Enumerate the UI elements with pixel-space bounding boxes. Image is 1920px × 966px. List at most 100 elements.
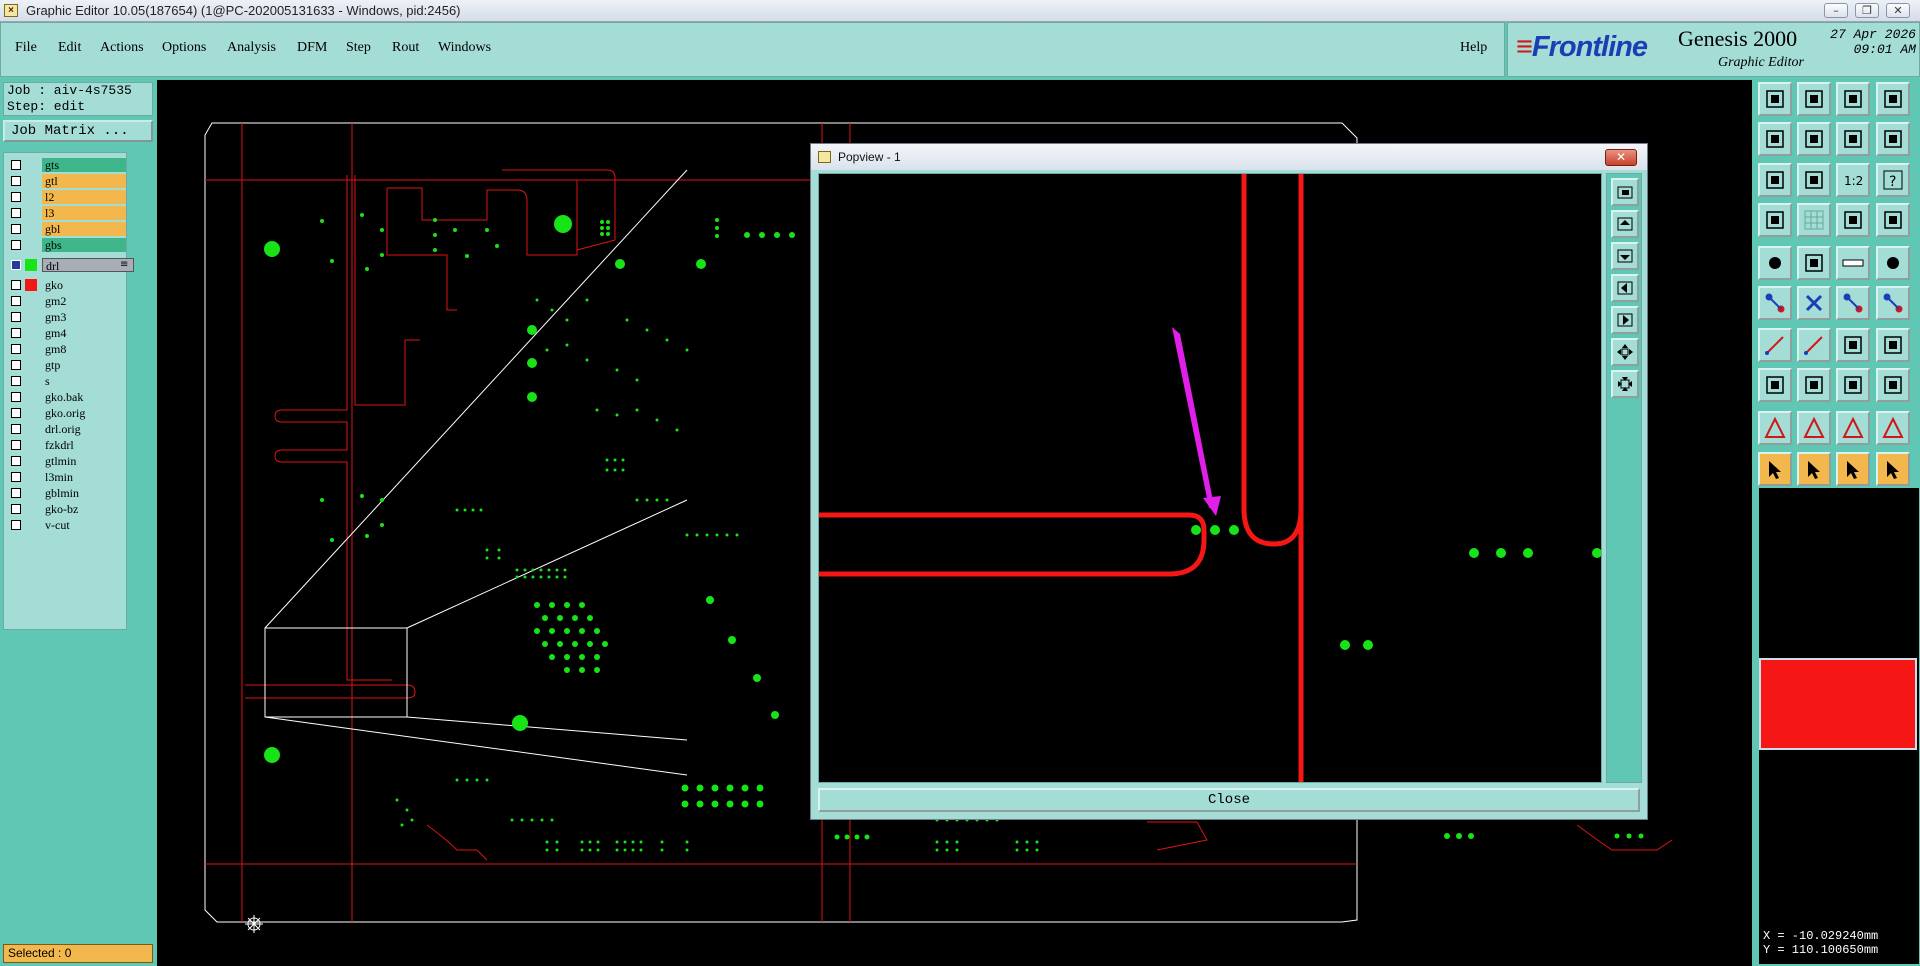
layer-row-gblmin[interactable]: gblmin	[8, 486, 126, 500]
layer-name[interactable]: gts	[42, 158, 126, 172]
layer-name[interactable]: gm4	[42, 326, 126, 340]
poly-icon[interactable]	[1758, 411, 1792, 445]
layer-name[interactable]: gbl	[42, 222, 126, 236]
layer-checkbox[interactable]	[11, 408, 21, 418]
netlist-icon[interactable]	[1876, 203, 1910, 237]
contour-icon[interactable]	[1876, 411, 1910, 445]
layer-name[interactable]: gtl	[42, 174, 126, 188]
layer-checkbox[interactable]	[11, 472, 21, 482]
menu-help[interactable]: Help	[1460, 40, 1487, 56]
copy-icon[interactable]	[1876, 286, 1910, 320]
layer-left-icon[interactable]	[1758, 122, 1792, 156]
save-job-icon[interactable]	[1797, 82, 1831, 116]
layer-row-gm4[interactable]: gm4	[8, 326, 126, 340]
layer-checkbox[interactable]	[11, 240, 21, 250]
minimize-button[interactable]: –	[1824, 3, 1848, 18]
layer-checkbox[interactable]	[11, 440, 21, 450]
popview-tool-pan-down-icon[interactable]	[1611, 242, 1639, 270]
layer-checkbox[interactable]	[11, 176, 21, 186]
window-icon[interactable]	[1876, 82, 1910, 116]
slot-icon[interactable]	[1836, 411, 1870, 445]
layer-right-icon[interactable]	[1797, 122, 1831, 156]
layer-name[interactable]: gko.bak	[42, 390, 126, 404]
layer-name[interactable]: gblmin	[42, 486, 126, 500]
layer-name[interactable]: gm2	[42, 294, 126, 308]
layer-name[interactable]: gtlmin	[42, 454, 126, 468]
layer-name[interactable]: l3min	[42, 470, 126, 484]
layer-checkbox[interactable]	[11, 280, 21, 290]
menu-analysis[interactable]: Analysis	[227, 40, 276, 56]
layer-name[interactable]: gm3	[42, 310, 126, 324]
layer-row-gts[interactable]: gts	[8, 158, 126, 172]
fit-layer-icon[interactable]	[1797, 163, 1831, 197]
popview-tool-zoom-window-icon[interactable]	[1611, 178, 1639, 206]
line-icon[interactable]	[1758, 328, 1792, 362]
add-pad-icon[interactable]	[1758, 246, 1792, 280]
popview-canvas[interactable]	[818, 173, 1602, 783]
ruler-icon[interactable]	[1836, 246, 1870, 280]
menu-actions[interactable]: Actions	[100, 40, 144, 56]
popview-tool-pan-right-icon[interactable]	[1611, 306, 1639, 334]
select-touch-icon[interactable]	[1836, 452, 1870, 486]
layer-row-gko[interactable]: gko	[8, 278, 126, 292]
surface-icon[interactable]	[1876, 368, 1910, 402]
job-matrix-button[interactable]: Job Matrix ...	[3, 120, 153, 142]
menu-dfm[interactable]: DFM	[297, 40, 327, 56]
break-icon[interactable]	[1797, 368, 1831, 402]
layer-name[interactable]: gbs	[42, 238, 126, 252]
layer-row-gbs[interactable]: gbs	[8, 238, 126, 252]
layer-row-s[interactable]: s	[8, 374, 126, 388]
layer-checkbox[interactable]	[11, 344, 21, 354]
open-job-icon[interactable]	[1758, 82, 1792, 116]
popview-tool-zoom-in-icon[interactable]	[1611, 338, 1639, 366]
layer-row-drl[interactable]: drl ≡	[8, 258, 134, 273]
layer-row-gm8[interactable]: gm8	[8, 342, 126, 356]
layer-row-gtp[interactable]: gtp	[8, 358, 126, 372]
layer-row-gm2[interactable]: gm2	[8, 294, 126, 308]
maximize-button[interactable]: ❐	[1855, 3, 1879, 18]
fit-icon[interactable]	[1758, 163, 1792, 197]
menu-rout[interactable]: Rout	[392, 40, 419, 56]
pad-icon[interactable]	[1876, 246, 1910, 280]
layer-row-fzkdrl[interactable]: fzkdrl	[8, 438, 126, 452]
connect-icon[interactable]	[1758, 286, 1792, 320]
layer-name[interactable]: gko-bz	[42, 502, 126, 516]
layer-row-gtl[interactable]: gtl	[8, 174, 126, 188]
layer-row-v-cut[interactable]: v-cut	[8, 518, 126, 532]
layer-checkbox[interactable]	[11, 208, 21, 218]
menu-edit[interactable]: Edit	[58, 40, 81, 56]
layer-checkbox[interactable]	[11, 328, 21, 338]
layer-checkbox[interactable]	[11, 424, 21, 434]
mirror-icon[interactable]	[1876, 328, 1910, 362]
select-net-icon[interactable]	[1797, 452, 1831, 486]
layer-row-drl-orig[interactable]: drl.orig	[8, 422, 126, 436]
menu-file[interactable]: File	[15, 40, 37, 56]
layer-name[interactable]: l3	[42, 206, 126, 220]
popview-close-button[interactable]: Close	[818, 788, 1640, 812]
layer-row-l3min[interactable]: l3min	[8, 470, 126, 484]
layer-checkbox[interactable]	[11, 376, 21, 386]
layer-row-gbl[interactable]: gbl	[8, 222, 126, 236]
text-icon[interactable]	[1797, 411, 1831, 445]
layer-name[interactable]: gtp	[42, 358, 126, 372]
popview-tool-zoom-out-icon[interactable]	[1611, 370, 1639, 398]
layer-name[interactable]: drl.orig	[42, 422, 126, 436]
menu-step[interactable]: Step	[346, 40, 371, 56]
select-route-icon[interactable]	[1876, 452, 1910, 486]
layer-checkbox[interactable]	[11, 192, 21, 202]
layer-row-gko-bz[interactable]: gko-bz	[8, 502, 126, 516]
layer-name[interactable]: gm8	[42, 342, 126, 356]
layer-checkbox[interactable]	[11, 456, 21, 466]
measure-box-icon[interactable]	[1797, 246, 1831, 280]
ratio-icon[interactable]: 1:2	[1836, 163, 1870, 197]
select-icon[interactable]	[1758, 452, 1792, 486]
script-icon[interactable]	[1876, 122, 1910, 156]
layer-row-l3[interactable]: l3	[8, 206, 126, 220]
snap-icon[interactable]	[1758, 203, 1792, 237]
step-icon[interactable]	[1836, 122, 1870, 156]
layer-name[interactable]: gko.orig	[42, 406, 126, 420]
layer-checkbox[interactable]	[11, 312, 21, 322]
layer-name[interactable]: gko	[42, 278, 126, 292]
layer-row-gko-bak[interactable]: gko.bak	[8, 390, 126, 404]
layer-row-l2[interactable]: l2	[8, 190, 126, 204]
